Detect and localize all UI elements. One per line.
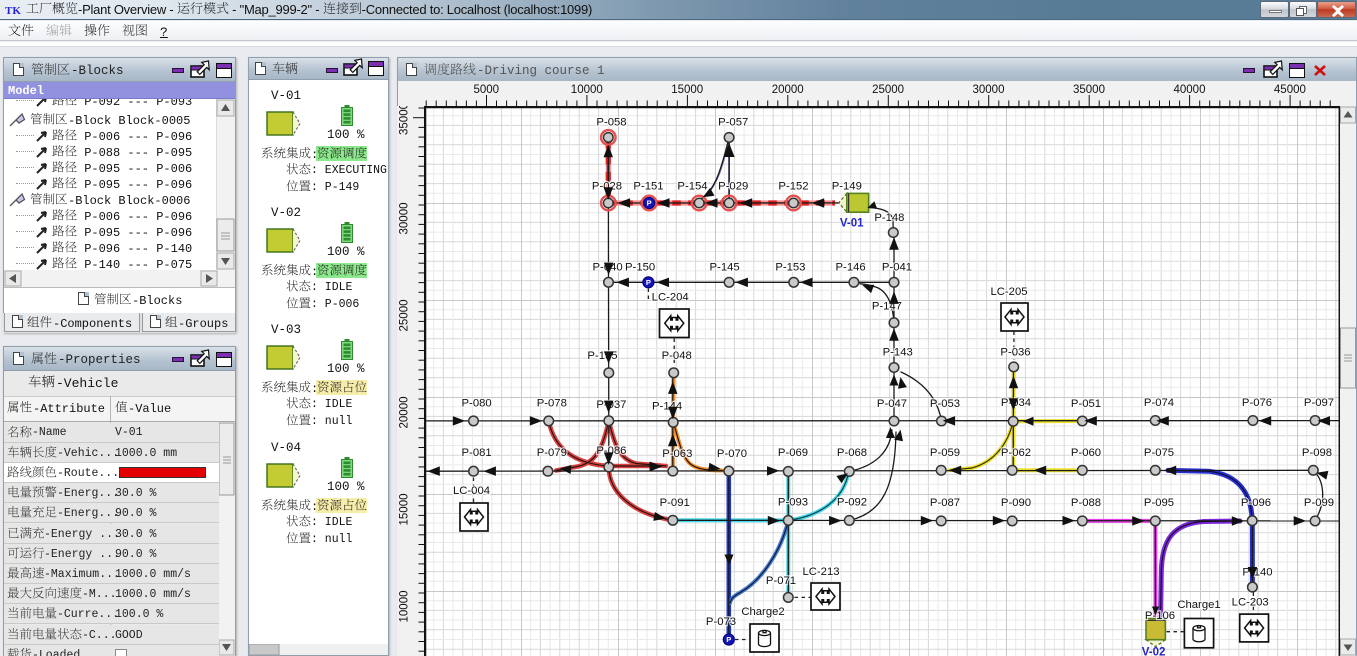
svg-text:5000: 5000 [474,84,500,96]
svg-text:P-048: P-048 [662,350,692,362]
svg-text:P-146: P-146 [836,262,866,274]
svg-text:P-080: P-080 [462,397,492,409]
svg-text:P-057: P-057 [718,117,748,129]
svg-text:LC-203: LC-203 [1232,597,1269,609]
svg-text:P-153: P-153 [775,262,805,274]
svg-text:P-058: P-058 [596,117,626,129]
svg-text:P-152: P-152 [778,181,808,193]
svg-text:LC-205: LC-205 [990,286,1027,298]
svg-text:P: P [647,199,652,208]
svg-text:P-074: P-074 [1144,397,1174,409]
svg-text:P-143: P-143 [883,347,913,359]
svg-text:P-079: P-079 [537,447,567,459]
svg-text:35000: 35000 [399,106,411,135]
svg-text:20000: 20000 [399,397,411,429]
svg-text:P-036: P-036 [1000,347,1030,359]
svg-text:P-059: P-059 [930,447,960,459]
svg-text:35000: 35000 [1073,84,1105,96]
svg-text:P-144: P-144 [652,401,682,413]
svg-text:15000: 15000 [671,84,703,96]
svg-text:P-063: P-063 [662,448,692,460]
svg-text:P-092: P-092 [837,497,867,509]
svg-text:Charge2: Charge2 [741,606,784,618]
svg-text:P-041: P-041 [882,262,912,274]
svg-text:P-154: P-154 [677,181,707,193]
svg-text:TK: TK [5,5,21,17]
svg-text:P-047: P-047 [877,398,907,410]
svg-text:P-151: P-151 [633,181,663,193]
svg-text:P-068: P-068 [837,447,867,459]
svg-text:P: P [726,635,731,644]
svg-text:P-093: P-093 [778,497,808,509]
svg-text:P-029: P-029 [718,181,748,193]
svg-text:P-145: P-145 [710,262,740,274]
svg-text:P-098: P-098 [1302,447,1332,459]
svg-text:V-01: V-01 [840,218,864,230]
svg-text:P-088: P-088 [1071,497,1101,509]
svg-text:P-078: P-078 [537,397,567,409]
svg-text:Charge1: Charge1 [1177,599,1220,611]
svg-text:P-075: P-075 [1144,447,1174,459]
svg-text:P-149: P-149 [832,181,862,193]
svg-text:P-099: P-099 [1304,497,1334,509]
svg-text:P-091: P-091 [660,497,690,509]
svg-text:LC-204: LC-204 [652,292,689,304]
svg-text:P-096: P-096 [1241,497,1271,509]
svg-text:P-097: P-097 [1304,397,1334,409]
svg-text:P-150: P-150 [625,262,655,274]
svg-text:40000: 40000 [1174,84,1206,96]
svg-text:P-069: P-069 [778,447,808,459]
svg-text:LC-213: LC-213 [802,566,839,578]
svg-text:P-095: P-095 [1144,497,1174,509]
svg-text:P-073: P-073 [706,616,736,628]
svg-text:30000: 30000 [399,203,411,235]
svg-text:P-053: P-053 [930,398,960,410]
svg-text:P-148: P-148 [874,212,904,224]
svg-text:P-071: P-071 [766,575,796,587]
svg-text:P-081: P-081 [462,447,492,459]
svg-text:P: P [646,278,651,287]
svg-text:15000: 15000 [399,494,411,526]
svg-text:P-087: P-087 [930,497,960,509]
svg-text:10000: 10000 [571,84,603,96]
svg-text:P-062: P-062 [1001,447,1031,459]
svg-text:P-140: P-140 [1242,567,1272,579]
svg-text:P-070: P-070 [717,448,747,460]
svg-text:10000: 10000 [399,591,411,623]
svg-text:P-076: P-076 [1242,397,1272,409]
svg-text:V-02: V-02 [1142,647,1166,656]
svg-text:LC-004: LC-004 [453,485,490,497]
svg-text:P-090: P-090 [1001,497,1031,509]
svg-text:45000: 45000 [1274,84,1306,96]
svg-text:P-106: P-106 [1145,610,1175,622]
svg-text:P-060: P-060 [1071,447,1101,459]
svg-text:P-051: P-051 [1071,398,1101,410]
svg-text:20000: 20000 [772,84,804,96]
svg-text:25000: 25000 [399,300,411,332]
svg-text:25000: 25000 [872,84,904,96]
svg-text:30000: 30000 [973,84,1005,96]
